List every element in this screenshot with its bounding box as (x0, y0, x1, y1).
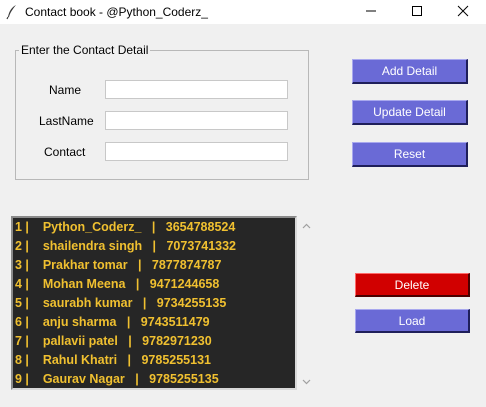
list-item[interactable]: 4 | Mohan Meena | 9471244658 (13, 275, 295, 294)
maximize-icon (411, 5, 423, 20)
delete-button[interactable]: Delete (355, 273, 470, 297)
update-detail-button[interactable]: Update Detail (352, 100, 468, 125)
contact-book-window: Contact book - @Python_Coderz_ Enter the… (0, 0, 486, 407)
list-item[interactable]: 1 | Python_Coderz_ | 3654788524 (13, 218, 295, 237)
name-label: Name (49, 83, 82, 97)
maximize-button[interactable] (394, 0, 440, 24)
contact-detail-legend: Enter the Contact Detail (19, 43, 151, 57)
add-detail-button[interactable]: Add Detail (352, 59, 468, 84)
load-button[interactable]: Load (355, 309, 470, 333)
contact-listbox[interactable]: 1 | Python_Coderz_ | 3654788524 2 | shail… (11, 216, 297, 390)
scroll-up-button[interactable] (298, 218, 314, 232)
scroll-down-arrow-icon (302, 374, 311, 388)
contact-label: Contact (44, 145, 86, 159)
listbox-scrollbar[interactable] (298, 216, 314, 390)
list-item[interactable]: 5 | saurabh kumar | 9734255135 (13, 294, 295, 313)
close-icon (457, 5, 469, 20)
list-item[interactable]: 6 | anju sharma | 9743511479 (13, 313, 295, 332)
list-item[interactable]: 2 | shailendra singh | 7073741332 (13, 237, 295, 256)
reset-button[interactable]: Reset (352, 142, 468, 167)
title-bar[interactable]: Contact book - @Python_Coderz_ (0, 0, 486, 24)
lastname-field[interactable] (105, 111, 288, 130)
feather-icon (6, 4, 18, 20)
scroll-up-arrow-icon (302, 218, 311, 232)
minimize-icon (365, 5, 377, 20)
list-item[interactable]: 8 | Rahul Khatri | 9785255131 (13, 351, 295, 370)
name-field[interactable] (105, 80, 288, 99)
contact-field[interactable] (105, 142, 288, 161)
scroll-down-button[interactable] (298, 374, 314, 388)
close-button[interactable] (440, 0, 486, 24)
list-item[interactable]: 3 | Prakhar tomar | 7877874787 (13, 256, 295, 275)
lastname-label: LastName (39, 114, 94, 128)
window-title: Contact book - @Python_Coderz_ (25, 5, 208, 19)
list-item[interactable]: 7 | pallavii patel | 9782971230 (13, 332, 295, 351)
minimize-button[interactable] (348, 0, 394, 24)
list-item[interactable]: 9 | Gaurav Nagar | 9785255135 (13, 370, 295, 388)
